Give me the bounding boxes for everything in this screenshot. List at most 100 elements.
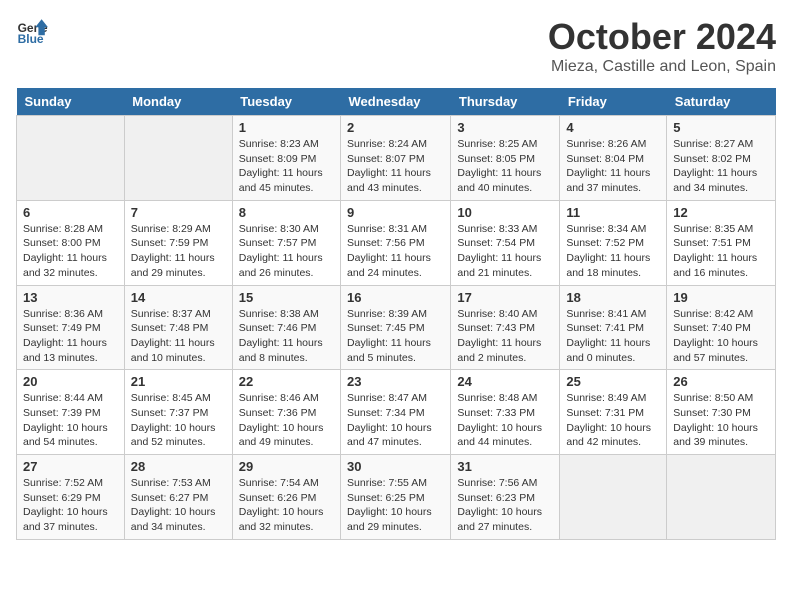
- calendar-cell: [17, 116, 125, 201]
- calendar-cell: 20 Sunrise: 8:44 AM Sunset: 7:39 PM Dayli…: [17, 370, 125, 455]
- day-number: 16: [347, 290, 444, 305]
- day-info: Sunrise: 8:40 AM Sunset: 7:43 PM Dayligh…: [457, 307, 553, 366]
- calendar-week-row: 1Sunrise: 8:23 AM Sunset: 8:09 PM Daylig…: [17, 116, 776, 201]
- day-info: Sunrise: 8:25 AM Sunset: 8:05 PM Dayligh…: [457, 137, 553, 196]
- day-info: Sunrise: 8:34 AM Sunset: 7:52 PM Dayligh…: [566, 222, 660, 281]
- day-info: Sunrise: 7:52 AM Sunset: 6:29 PM Dayligh…: [23, 476, 118, 535]
- calendar-cell: 22 Sunrise: 8:46 AM Sunset: 7:36 PM Dayli…: [232, 370, 340, 455]
- weekday-header-cell: Friday: [560, 88, 667, 116]
- day-info: Sunrise: 8:30 AM Sunset: 7:57 PM Dayligh…: [239, 222, 334, 281]
- day-number: 22: [239, 374, 334, 389]
- calendar-cell: 16Sunrise: 8:39 AM Sunset: 7:45 PM Dayli…: [341, 285, 451, 370]
- day-info: Sunrise: 8:38 AM Sunset: 7:46 PM Dayligh…: [239, 307, 334, 366]
- weekday-header-cell: Wednesday: [341, 88, 451, 116]
- calendar-cell: [560, 455, 667, 540]
- calendar-cell: 9Sunrise: 8:31 AM Sunset: 7:56 PM Daylig…: [341, 200, 451, 285]
- day-info: Sunrise: 8:35 AM Sunset: 7:51 PM Dayligh…: [673, 222, 769, 281]
- day-number: 29: [239, 459, 334, 474]
- day-info: Sunrise: 8:41 AM Sunset: 7:41 PM Dayligh…: [566, 307, 660, 366]
- day-info: Sunrise: 8:42 AM Sunset: 7:40 PM Dayligh…: [673, 307, 769, 366]
- day-info: Sunrise: 7:55 AM Sunset: 6:25 PM Dayligh…: [347, 476, 444, 535]
- day-number: 30: [347, 459, 444, 474]
- calendar-week-row: 20 Sunrise: 8:44 AM Sunset: 7:39 PM Dayli…: [17, 370, 776, 455]
- logo-icon: General Blue: [16, 16, 48, 48]
- calendar-week-row: 27 Sunrise: 7:52 AM Sunset: 6:29 PM Dayli…: [17, 455, 776, 540]
- day-number: 20: [23, 374, 118, 389]
- calendar-cell: 3 Sunrise: 8:25 AM Sunset: 8:05 PM Daylig…: [451, 116, 560, 201]
- calendar-cell: 24 Sunrise: 8:48 AM Sunset: 7:33 PM Dayli…: [451, 370, 560, 455]
- calendar-cell: 14 Sunrise: 8:37 AM Sunset: 7:48 PM Dayli…: [124, 285, 232, 370]
- calendar-cell: 6 Sunrise: 8:28 AM Sunset: 8:00 PM Daylig…: [17, 200, 125, 285]
- calendar-cell: 25 Sunrise: 8:49 AM Sunset: 7:31 PM Dayli…: [560, 370, 667, 455]
- calendar-week-row: 13Sunrise: 8:36 AM Sunset: 7:49 PM Dayli…: [17, 285, 776, 370]
- calendar-body: 1Sunrise: 8:23 AM Sunset: 8:09 PM Daylig…: [17, 116, 776, 540]
- logo: General Blue: [16, 16, 48, 48]
- day-info: Sunrise: 8:48 AM Sunset: 7:33 PM Dayligh…: [457, 391, 553, 450]
- day-number: 31: [457, 459, 553, 474]
- day-number: 6: [23, 205, 118, 220]
- calendar-cell: 26 Sunrise: 8:50 AM Sunset: 7:30 PM Dayli…: [667, 370, 776, 455]
- day-number: 7: [131, 205, 226, 220]
- day-number: 26: [673, 374, 769, 389]
- day-number: 2: [347, 120, 444, 135]
- header: General Blue October 2024 Mieza, Castill…: [16, 16, 776, 76]
- calendar-cell: 13Sunrise: 8:36 AM Sunset: 7:49 PM Dayli…: [17, 285, 125, 370]
- day-info: Sunrise: 8:33 AM Sunset: 7:54 PM Dayligh…: [457, 222, 553, 281]
- day-info: Sunrise: 8:49 AM Sunset: 7:31 PM Dayligh…: [566, 391, 660, 450]
- calendar-week-row: 6 Sunrise: 8:28 AM Sunset: 8:00 PM Daylig…: [17, 200, 776, 285]
- calendar-cell: 18Sunrise: 8:41 AM Sunset: 7:41 PM Dayli…: [560, 285, 667, 370]
- day-info: Sunrise: 8:28 AM Sunset: 8:00 PM Dayligh…: [23, 222, 118, 281]
- weekday-header-cell: Monday: [124, 88, 232, 116]
- weekday-header-cell: Saturday: [667, 88, 776, 116]
- calendar-cell: 4 Sunrise: 8:26 AM Sunset: 8:04 PM Daylig…: [560, 116, 667, 201]
- day-info: Sunrise: 7:54 AM Sunset: 6:26 PM Dayligh…: [239, 476, 334, 535]
- day-number: 25: [566, 374, 660, 389]
- day-info: Sunrise: 7:53 AM Sunset: 6:27 PM Dayligh…: [131, 476, 226, 535]
- calendar-cell: 27 Sunrise: 7:52 AM Sunset: 6:29 PM Dayli…: [17, 455, 125, 540]
- calendar-table: SundayMondayTuesdayWednesdayThursdayFrid…: [16, 88, 776, 540]
- day-number: 12: [673, 205, 769, 220]
- day-info: Sunrise: 8:44 AM Sunset: 7:39 PM Dayligh…: [23, 391, 118, 450]
- calendar-cell: 19 Sunrise: 8:42 AM Sunset: 7:40 PM Dayli…: [667, 285, 776, 370]
- calendar-cell: 2Sunrise: 8:24 AM Sunset: 8:07 PM Daylig…: [341, 116, 451, 201]
- day-number: 14: [131, 290, 226, 305]
- day-info: Sunrise: 8:27 AM Sunset: 8:02 PM Dayligh…: [673, 137, 769, 196]
- calendar-cell: [667, 455, 776, 540]
- day-info: Sunrise: 8:47 AM Sunset: 7:34 PM Dayligh…: [347, 391, 444, 450]
- day-info: Sunrise: 8:29 AM Sunset: 7:59 PM Dayligh…: [131, 222, 226, 281]
- calendar-cell: 29 Sunrise: 7:54 AM Sunset: 6:26 PM Dayli…: [232, 455, 340, 540]
- calendar-cell: 8Sunrise: 8:30 AM Sunset: 7:57 PM Daylig…: [232, 200, 340, 285]
- day-info: Sunrise: 8:37 AM Sunset: 7:48 PM Dayligh…: [131, 307, 226, 366]
- day-number: 28: [131, 459, 226, 474]
- calendar-cell: 17 Sunrise: 8:40 AM Sunset: 7:43 PM Dayli…: [451, 285, 560, 370]
- title-area: October 2024 Mieza, Castille and Leon, S…: [548, 16, 776, 76]
- calendar-cell: 5 Sunrise: 8:27 AM Sunset: 8:02 PM Daylig…: [667, 116, 776, 201]
- day-info: Sunrise: 8:31 AM Sunset: 7:56 PM Dayligh…: [347, 222, 444, 281]
- day-number: 27: [23, 459, 118, 474]
- day-number: 24: [457, 374, 553, 389]
- day-number: 15: [239, 290, 334, 305]
- day-info: Sunrise: 7:56 AM Sunset: 6:23 PM Dayligh…: [457, 476, 553, 535]
- day-info: Sunrise: 8:36 AM Sunset: 7:49 PM Dayligh…: [23, 307, 118, 366]
- day-info: Sunrise: 8:46 AM Sunset: 7:36 PM Dayligh…: [239, 391, 334, 450]
- day-number: 5: [673, 120, 769, 135]
- calendar-cell: 12 Sunrise: 8:35 AM Sunset: 7:51 PM Dayli…: [667, 200, 776, 285]
- day-number: 4: [566, 120, 660, 135]
- day-info: Sunrise: 8:45 AM Sunset: 7:37 PM Dayligh…: [131, 391, 226, 450]
- day-number: 3: [457, 120, 553, 135]
- location-title: Mieza, Castille and Leon, Spain: [548, 58, 776, 76]
- weekday-header-cell: Tuesday: [232, 88, 340, 116]
- day-info: Sunrise: 8:26 AM Sunset: 8:04 PM Dayligh…: [566, 137, 660, 196]
- calendar-cell: 21 Sunrise: 8:45 AM Sunset: 7:37 PM Dayli…: [124, 370, 232, 455]
- day-number: 19: [673, 290, 769, 305]
- day-number: 11: [566, 205, 660, 220]
- calendar-cell: 31 Sunrise: 7:56 AM Sunset: 6:23 PM Dayli…: [451, 455, 560, 540]
- day-number: 17: [457, 290, 553, 305]
- calendar-cell: 28 Sunrise: 7:53 AM Sunset: 6:27 PM Dayli…: [124, 455, 232, 540]
- calendar-cell: 7 Sunrise: 8:29 AM Sunset: 7:59 PM Daylig…: [124, 200, 232, 285]
- day-number: 23: [347, 374, 444, 389]
- day-info: Sunrise: 8:50 AM Sunset: 7:30 PM Dayligh…: [673, 391, 769, 450]
- day-number: 21: [131, 374, 226, 389]
- month-title: October 2024: [548, 16, 776, 58]
- calendar-cell: 15 Sunrise: 8:38 AM Sunset: 7:46 PM Dayli…: [232, 285, 340, 370]
